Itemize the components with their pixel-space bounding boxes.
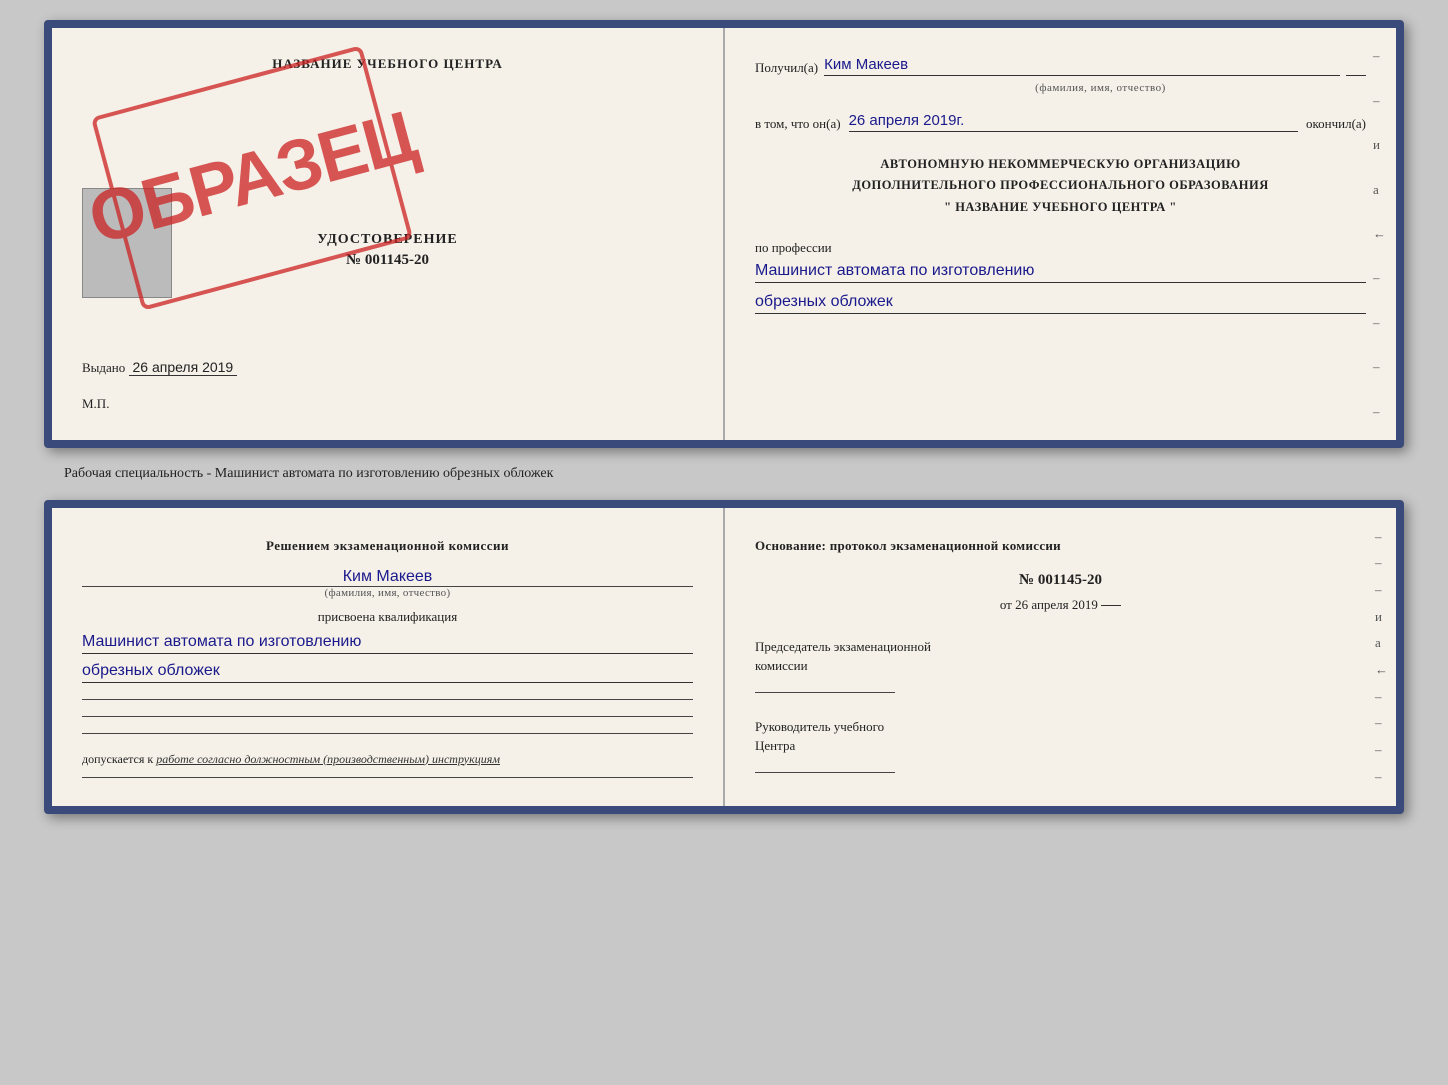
bottom-document: Решением экзаменационной комиссии Ким Ма… xyxy=(44,500,1404,814)
issued-date: 26 апреля 2019 xyxy=(129,359,238,376)
recipient-name: Ким Макеев xyxy=(824,56,1340,76)
issued-label: Выдано xyxy=(82,360,125,375)
protocol-date-value: 26 апреля 2019 xyxy=(1015,597,1098,612)
qual-hw2: обрезных обложек xyxy=(82,662,693,683)
profession-block: по профессии Машинист автомата по изгото… xyxy=(755,240,1366,314)
osnov-label: Основание: протокол экзаменационной коми… xyxy=(755,536,1366,556)
director-block: Руководитель учебного Центра xyxy=(755,717,1366,773)
line1 xyxy=(82,699,693,700)
org-block: АВТОНОМНУЮ НЕКОММЕРЧЕСКУЮ ОРГАНИЗАЦИЮ ДО… xyxy=(755,154,1366,218)
chairman-sign-line xyxy=(755,692,895,693)
top-doc-right: Получил(а) Ким Макеев (фамилия, имя, отч… xyxy=(725,28,1396,440)
dash-col: –––иа←–––– xyxy=(1375,508,1388,806)
director-sign-line xyxy=(755,772,895,773)
org-line2: ДОПОЛНИТЕЛЬНОГО ПРОФЕССИОНАЛЬНОГО ОБРАЗО… xyxy=(755,175,1366,196)
received-row: Получил(а) Ким Макеев xyxy=(755,56,1366,76)
bottom-doc-left: Решением экзаменационной комиссии Ким Ма… xyxy=(52,508,725,806)
director-label1: Руководитель учебного xyxy=(755,717,1366,737)
issued-block: Выдано 26 апреля 2019 xyxy=(82,359,693,376)
cert-number: № 001145-20 xyxy=(82,252,693,269)
cert-type-label: УДОСТОВЕРЕНИЕ xyxy=(82,232,693,248)
person-sublabel: (фамилия, имя, отчество) xyxy=(82,586,693,599)
date-intro-label: в том, что он(а) xyxy=(755,116,841,132)
completed-label: окончил(а) xyxy=(1306,116,1366,132)
director-label2: Центра xyxy=(755,736,1366,756)
right-dashes: ––иа←–––– xyxy=(1373,28,1386,440)
received-label: Получил(а) xyxy=(755,60,818,76)
line2 xyxy=(82,716,693,717)
qual-label: присвоена квалификация xyxy=(82,609,693,625)
chairman-label1: Председатель экзаменационной xyxy=(755,637,1366,657)
date-row: в том, что он(а) 26 апреля 2019г. окончи… xyxy=(755,112,1366,132)
top-document: НАЗВАНИЕ УЧЕБНОГО ЦЕНТРА ОБРАЗЕЦ УДОСТОВ… xyxy=(44,20,1404,448)
profession-hw1: Машинист автомата по изготовлению xyxy=(755,262,1366,283)
bottom-doc-right: Основание: протокол экзаменационной коми… xyxy=(725,508,1396,806)
bottom-lines xyxy=(82,699,693,734)
org-line3: " НАЗВАНИЕ УЧЕБНОГО ЦЕНТРА " xyxy=(755,197,1366,218)
school-title-top: НАЗВАНИЕ УЧЕБНОГО ЦЕНТРА xyxy=(82,56,693,72)
commission-header: Решением экзаменационной комиссии xyxy=(82,536,693,556)
photo-placeholder xyxy=(82,188,172,298)
top-doc-left: НАЗВАНИЕ УЧЕБНОГО ЦЕНТРА ОБРАЗЕЦ УДОСТОВ… xyxy=(52,28,725,440)
protocol-date-prefix: от xyxy=(1000,597,1012,612)
commission-block: Председатель экзаменационной комиссии xyxy=(755,637,1366,693)
profession-hw2: обрезных обложек xyxy=(755,293,1366,314)
допускается-hw: работе согласно должностным (производств… xyxy=(156,752,500,766)
допускается-label: допускается к xyxy=(82,752,153,766)
mp-label: М.П. xyxy=(82,396,693,412)
final-line xyxy=(82,777,693,778)
protocol-number: № 001145-20 xyxy=(755,572,1366,589)
protocol-date: от 26 апреля 2019 xyxy=(755,597,1366,613)
caption-text: Рабочая специальность - Машинист автомат… xyxy=(64,466,553,482)
completion-date: 26 апреля 2019г. xyxy=(849,112,1298,132)
qual-hw1: Машинист автомата по изготовлению xyxy=(82,633,693,654)
org-line1: АВТОНОМНУЮ НЕКОММЕРЧЕСКУЮ ОРГАНИЗАЦИЮ xyxy=(755,154,1366,175)
name-sublabel: (фамилия, имя, отчество) xyxy=(835,82,1366,94)
profession-label: по профессии xyxy=(755,240,832,255)
chairman-label2: комиссии xyxy=(755,656,1366,676)
line3 xyxy=(82,733,693,734)
person-name-hw: Ким Макеев xyxy=(82,568,693,586)
допускается-block: допускается к работе согласно должностны… xyxy=(82,752,693,767)
